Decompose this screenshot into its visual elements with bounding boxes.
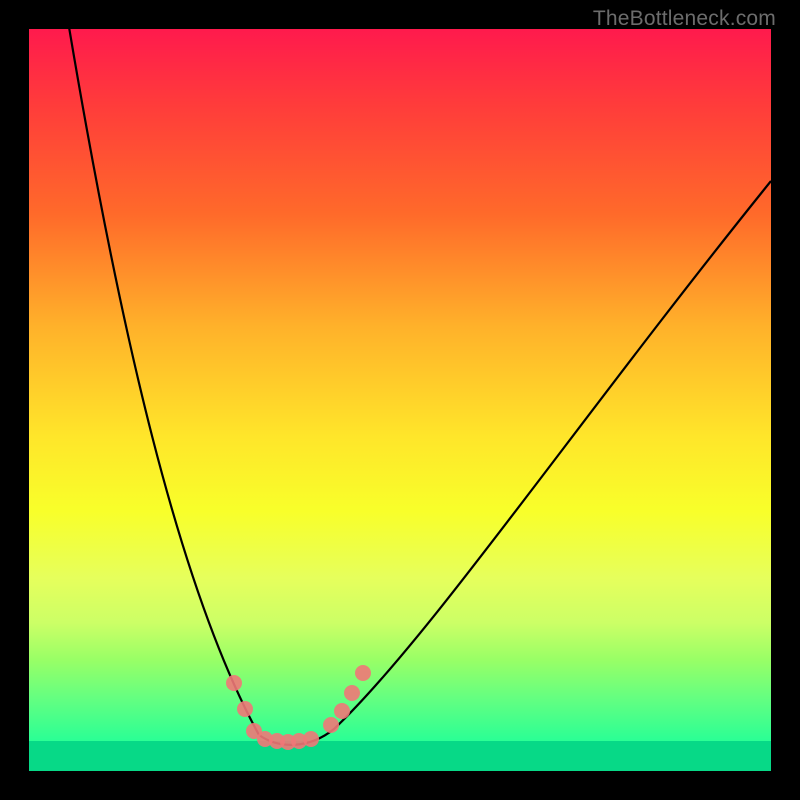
plot-area (29, 29, 771, 771)
marker-dot (334, 703, 350, 719)
marker-dot (237, 701, 253, 717)
chart-frame: TheBottleneck.com (0, 0, 800, 800)
marker-dot (303, 731, 319, 747)
watermark-text: TheBottleneck.com (593, 7, 776, 31)
marker-dot (344, 685, 360, 701)
marker-dot (355, 665, 371, 681)
marker-dot (226, 675, 242, 691)
curve-markers (29, 29, 771, 771)
marker-dot (323, 717, 339, 733)
